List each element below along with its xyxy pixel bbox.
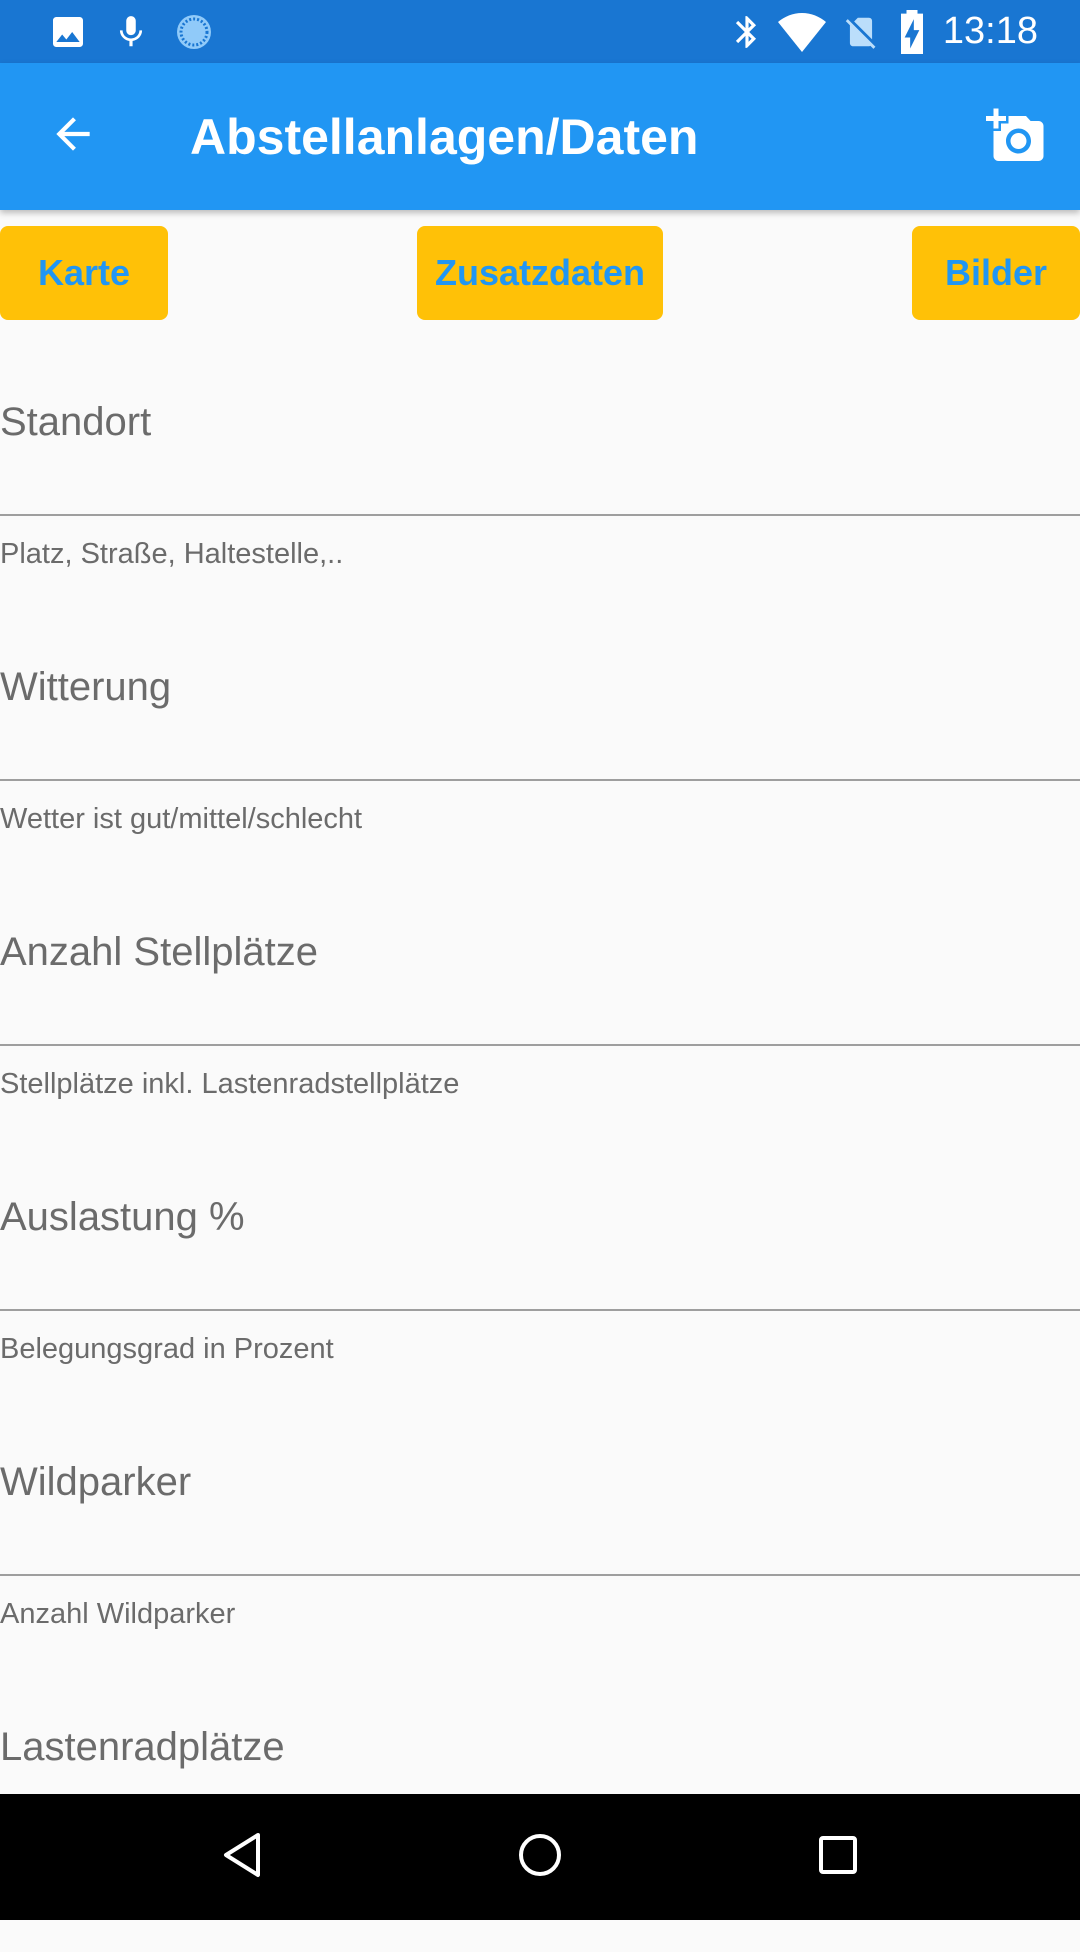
add-photo-button[interactable] — [976, 103, 1056, 173]
add-a-photo-icon — [983, 106, 1049, 171]
sync-icon — [174, 0, 214, 63]
field-helper: Wetter ist gut/mittel/schlecht — [0, 803, 363, 835]
karte-button[interactable]: Karte — [0, 226, 168, 320]
nav-home-button[interactable] — [500, 1817, 580, 1897]
status-bar: 13:18 — [0, 0, 1080, 63]
navigation-bar — [0, 1794, 1080, 1920]
nav-recents-icon — [818, 1835, 858, 1880]
field-helper: Platz, Straße, Haltestelle,.. — [0, 538, 344, 570]
field-helper: Anzahl Wildparker — [0, 1598, 236, 1630]
field-standort: Standort Platz, Straße, Haltestelle,.. — [0, 362, 1080, 627]
field-label: Wildparker — [0, 1459, 192, 1504]
back-button[interactable] — [28, 96, 118, 176]
image-icon — [48, 0, 88, 63]
field-label: Anzahl Stellplätze — [0, 929, 318, 974]
field-label: Lastenradplätze — [0, 1724, 285, 1769]
zusatzdaten-button[interactable]: Zusatzdaten — [417, 226, 663, 320]
nav-back-icon — [220, 1831, 264, 1884]
bluetooth-icon — [728, 0, 766, 63]
field-witterung: Witterung Wetter ist gut/mittel/schlecht — [0, 627, 1080, 892]
battery-charging-icon — [898, 0, 926, 63]
page-title: Abstellanlagen/Daten — [190, 108, 699, 165]
field-helper: Stellplätze inkl. Lastenradstellplätze — [0, 1068, 460, 1100]
arrow-back-icon — [48, 109, 98, 164]
nav-back-button[interactable] — [202, 1817, 282, 1897]
nav-home-icon — [517, 1832, 563, 1883]
standort-input[interactable] — [0, 362, 1080, 516]
app-bar: Abstellanlagen/Daten — [0, 63, 1080, 210]
field-label: Witterung — [0, 664, 172, 709]
nav-recents-button[interactable] — [798, 1817, 878, 1897]
mic-icon — [112, 0, 150, 63]
field-anzahl-stellplaetze: Anzahl Stellplätze Stellplätze inkl. Las… — [0, 892, 1080, 1157]
status-time: 13:18 — [942, 10, 1038, 52]
wifi-icon — [778, 0, 826, 63]
bilder-button[interactable]: Bilder — [912, 226, 1080, 320]
field-wildparker: Wildparker Anzahl Wildparker — [0, 1422, 1080, 1687]
no-sim-icon — [842, 0, 880, 63]
field-label: Auslastung % — [0, 1194, 245, 1239]
field-auslastung: Auslastung % Belegungsgrad in Prozent — [0, 1157, 1080, 1422]
action-buttons: Karte Zusatzdaten Bilder — [0, 226, 1080, 320]
field-label: Standort — [0, 399, 152, 444]
field-helper: Belegungsgrad in Prozent — [0, 1333, 334, 1365]
